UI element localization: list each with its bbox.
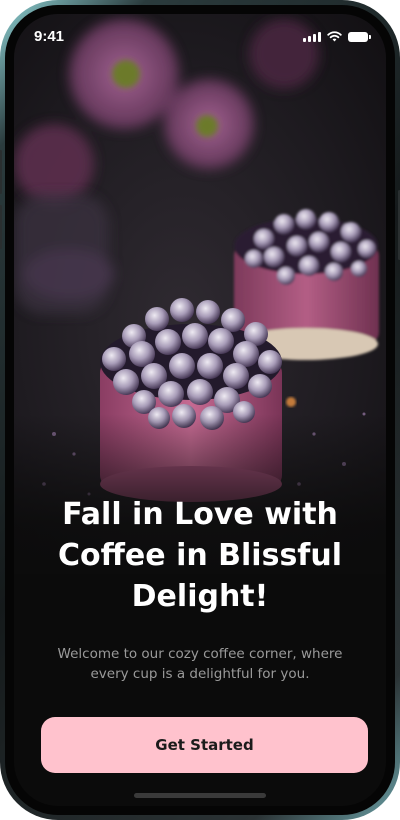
volume-up-button [0,150,2,194]
bezel: 9:41 Fall in Love with Coffee in Blissfu… [5,5,395,815]
status-bar: 9:41 [14,14,386,60]
home-indicator[interactable] [134,793,266,798]
battery-icon [348,32,371,42]
get-started-button[interactable]: Get Started [41,717,368,773]
status-icons [303,31,371,42]
subtitle: Welcome to our cozy coffee corner, where… [57,646,343,682]
volume-down-button [0,205,2,249]
headline: Fall in Love with Coffee in Blissful Del… [58,497,342,614]
signal-icon [303,31,321,42]
wifi-icon [327,31,342,42]
screen: 9:41 Fall in Love with Coffee in Blissfu… [14,14,386,806]
status-time: 9:41 [34,28,65,45]
phone-frame: 9:41 Fall in Love with Coffee in Blissfu… [0,0,400,820]
